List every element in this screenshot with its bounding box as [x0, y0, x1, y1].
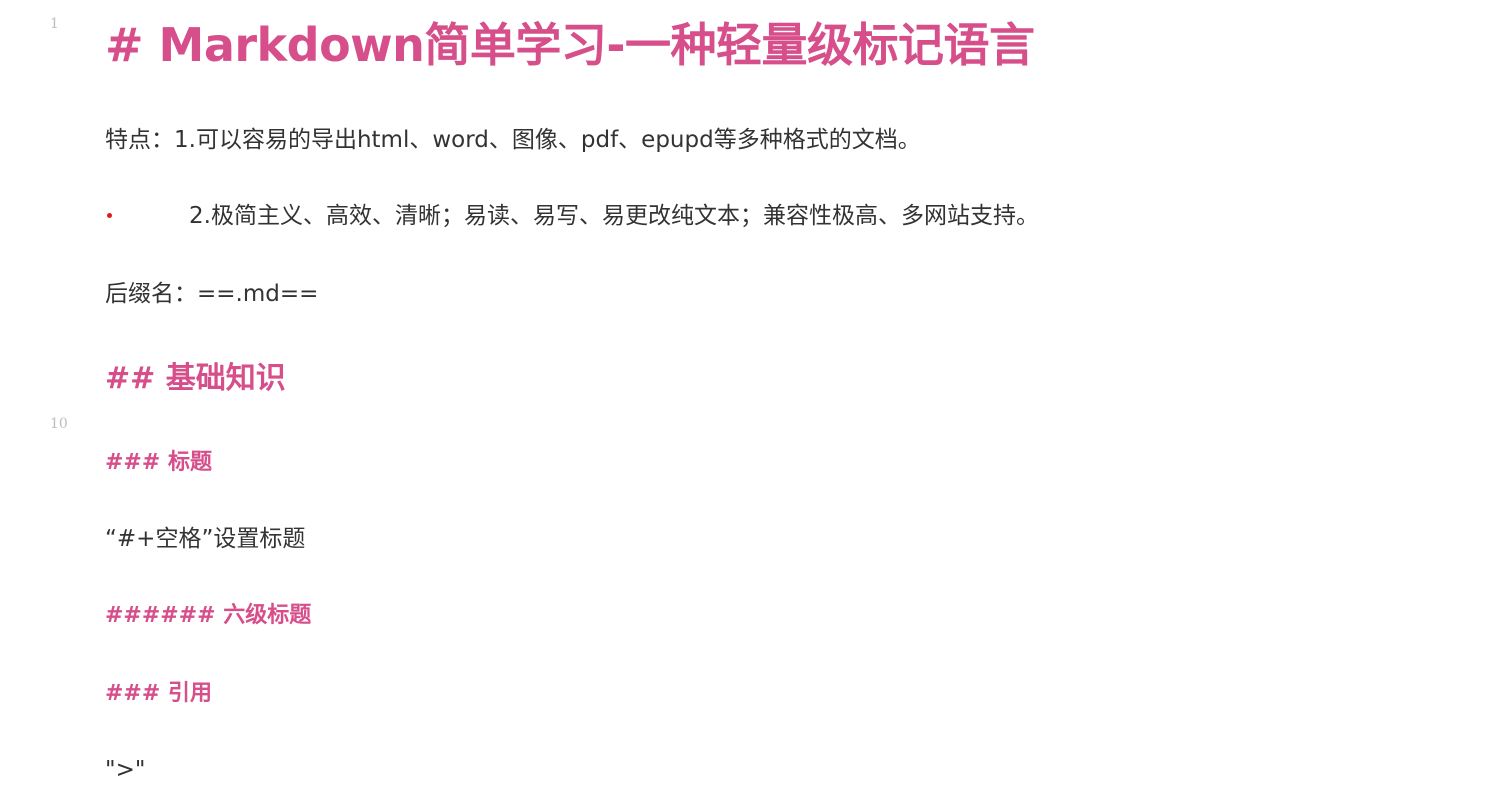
- feature-paragraph[interactable]: 特点：1.可以容易的导出html、word、图像、pdf、epupd等多种格式的…: [105, 129, 921, 152]
- title-section-heading[interactable]: ### 标题: [105, 452, 212, 474]
- feature-list-item[interactable]: 2.极简主义、高效、清晰；易读、易写、易更改纯文本；兼容性极高、多网站支持。: [189, 205, 1039, 228]
- basics-heading[interactable]: ## 基础知识: [105, 364, 286, 394]
- markdown-editor[interactable]: 1 10 # Markdown简单学习-一种轻量级标记语言 特点：1.可以容易的…: [0, 0, 1496, 789]
- quote-section-heading[interactable]: ### 引用: [105, 683, 212, 705]
- level-six-heading[interactable]: ###### 六级标题: [105, 605, 311, 627]
- title-description-paragraph[interactable]: “#+空格”设置标题: [105, 528, 305, 551]
- editor-content[interactable]: # Markdown简单学习-一种轻量级标记语言 特点：1.可以容易的导出htm…: [0, 0, 1496, 789]
- bullet-dot-icon: [107, 213, 112, 218]
- document-title-heading[interactable]: # Markdown简单学习-一种轻量级标记语言: [105, 22, 1035, 68]
- quote-marker-paragraph[interactable]: ">": [105, 759, 145, 782]
- suffix-paragraph[interactable]: 后缀名：==.md==: [105, 283, 318, 306]
